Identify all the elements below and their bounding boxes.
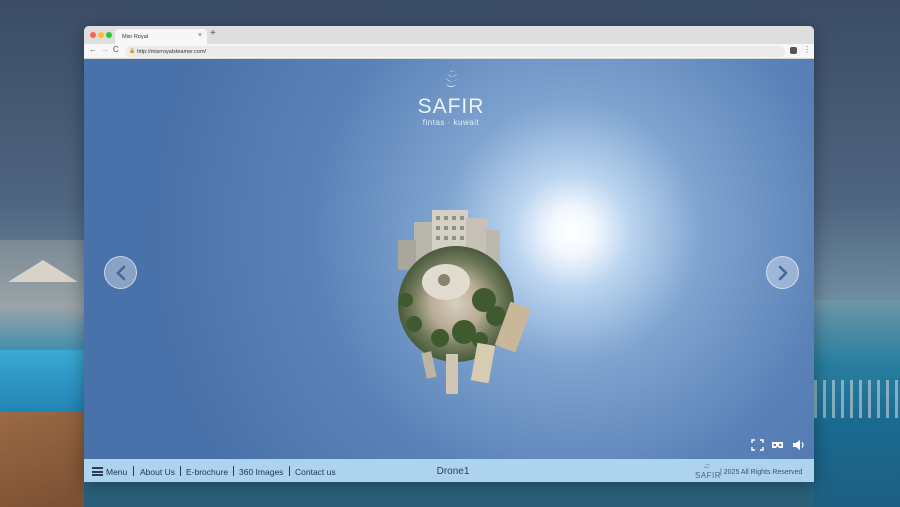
new-tab-button[interactable]: +: [210, 28, 216, 39]
e-brochure-link[interactable]: E-brochure: [186, 467, 228, 477]
close-window-button[interactable]: [90, 32, 96, 38]
safir-logo-icon: [444, 70, 459, 87]
lock-icon: 🔒: [129, 48, 136, 54]
reload-button[interactable]: C: [113, 45, 119, 54]
chevron-left-icon: [115, 265, 125, 280]
panorama-viewer[interactable]: SAFIR fintas · kuwait: [84, 59, 814, 459]
browser-menu-button[interactable]: ⋮: [803, 45, 811, 54]
about-us-link[interactable]: About Us: [140, 467, 175, 477]
url-text: http://misrroyalsteamer.com/: [137, 48, 207, 55]
brand-name: SAFIR: [417, 95, 485, 118]
divider: [180, 466, 181, 476]
copyright-text: | 2025 All Rights Reserved: [720, 469, 803, 476]
hamburger-menu-icon[interactable]: [92, 467, 103, 476]
pool-water: [0, 350, 84, 420]
tiny-planet-image: [398, 210, 532, 394]
footer-logo-icon: [703, 463, 711, 468]
parasol-shape: [8, 260, 78, 282]
tab-bar: Misr Royal × +: [84, 26, 814, 44]
desktop-background-sea: [814, 300, 900, 507]
vr-headset-icon[interactable]: [771, 439, 784, 451]
divider: [233, 466, 234, 476]
forward-button[interactable]: →: [101, 45, 109, 54]
tab-title: Misr Royal: [122, 34, 148, 40]
footer-bar: Menu About Us E-brochure 360 Images Cont…: [84, 459, 814, 482]
divider: [289, 466, 290, 476]
browser-tab[interactable]: Misr Royal ×: [115, 29, 207, 44]
maximize-window-button[interactable]: [106, 32, 112, 38]
brand-subtitle: fintas · kuwait: [422, 118, 480, 127]
profile-icon[interactable]: [790, 47, 797, 54]
volume-icon[interactable]: [792, 439, 805, 451]
current-scene-name: Drone1: [436, 466, 470, 477]
360-images-link[interactable]: 360 Images: [239, 467, 283, 477]
minimize-window-button[interactable]: [98, 32, 104, 38]
address-bar: ← → C 🔒 http://misrroyalsteamer.com/ ⋮: [84, 44, 814, 59]
contact-us-link[interactable]: Contact us: [295, 467, 336, 477]
menu-link[interactable]: Menu: [106, 467, 127, 477]
balcony-rail: [814, 380, 900, 418]
back-button[interactable]: ←: [89, 45, 97, 54]
chevron-right-icon: [778, 265, 788, 280]
next-scene-button[interactable]: [766, 256, 799, 289]
wooden-deck: [0, 412, 84, 507]
browser-window: Misr Royal × + ← → C 🔒 http://misrroyals…: [84, 26, 814, 482]
tab-close-icon[interactable]: ×: [198, 32, 202, 39]
previous-scene-button[interactable]: [104, 256, 137, 289]
divider: [133, 466, 134, 476]
fullscreen-icon[interactable]: [751, 439, 764, 451]
desktop-background-pool: [0, 240, 84, 507]
url-input[interactable]: 🔒 http://misrroyalsteamer.com/: [125, 46, 785, 57]
footer-logo: SAFIR: [695, 471, 722, 480]
